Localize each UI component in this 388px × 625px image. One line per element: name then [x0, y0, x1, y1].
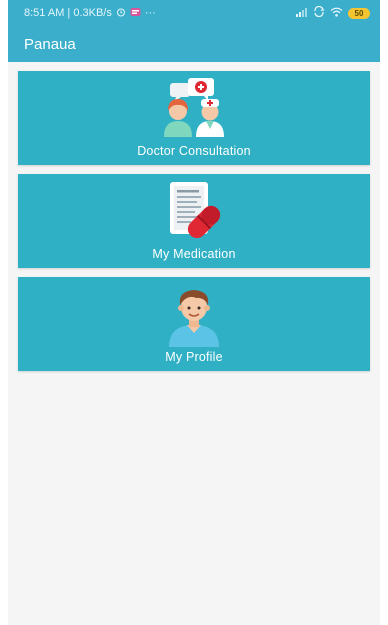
doctor-consultation-tile[interactable]: Doctor Consultation	[18, 71, 370, 165]
profile-icon	[154, 283, 234, 354]
status-time-info: 8:51 AM | 0.3KB/s	[24, 7, 112, 19]
battery-icon: 50	[348, 7, 370, 19]
notification-icon	[130, 7, 141, 20]
main-menu: Doctor Consultation My Medication My Pro…	[18, 71, 370, 380]
doctor-consultation-icon	[154, 77, 234, 142]
my-medication-tile[interactable]: My Medication	[18, 174, 370, 268]
app-screen: 8:51 AM | 0.3KB/s ··· 50 Panaua Doctor C…	[8, 0, 380, 625]
app-bar: Panaua	[8, 26, 380, 62]
signal-icon	[296, 7, 308, 20]
alarm-icon	[116, 7, 126, 20]
app-title: Panaua	[24, 35, 76, 53]
more-indicator: ···	[144, 7, 156, 19]
my-medication-label: My Medication	[152, 247, 236, 261]
status-left: 8:51 AM | 0.3KB/s ···	[24, 7, 156, 20]
status-right: 50	[296, 5, 370, 20]
sync-icon	[313, 5, 325, 20]
my-profile-label: My Profile	[165, 350, 223, 364]
medication-icon	[154, 180, 234, 251]
status-bar: 8:51 AM | 0.3KB/s ··· 50	[8, 0, 380, 26]
my-profile-tile[interactable]: My Profile	[18, 277, 370, 371]
wifi-icon	[330, 7, 343, 20]
doctor-consultation-label: Doctor Consultation	[137, 144, 251, 158]
